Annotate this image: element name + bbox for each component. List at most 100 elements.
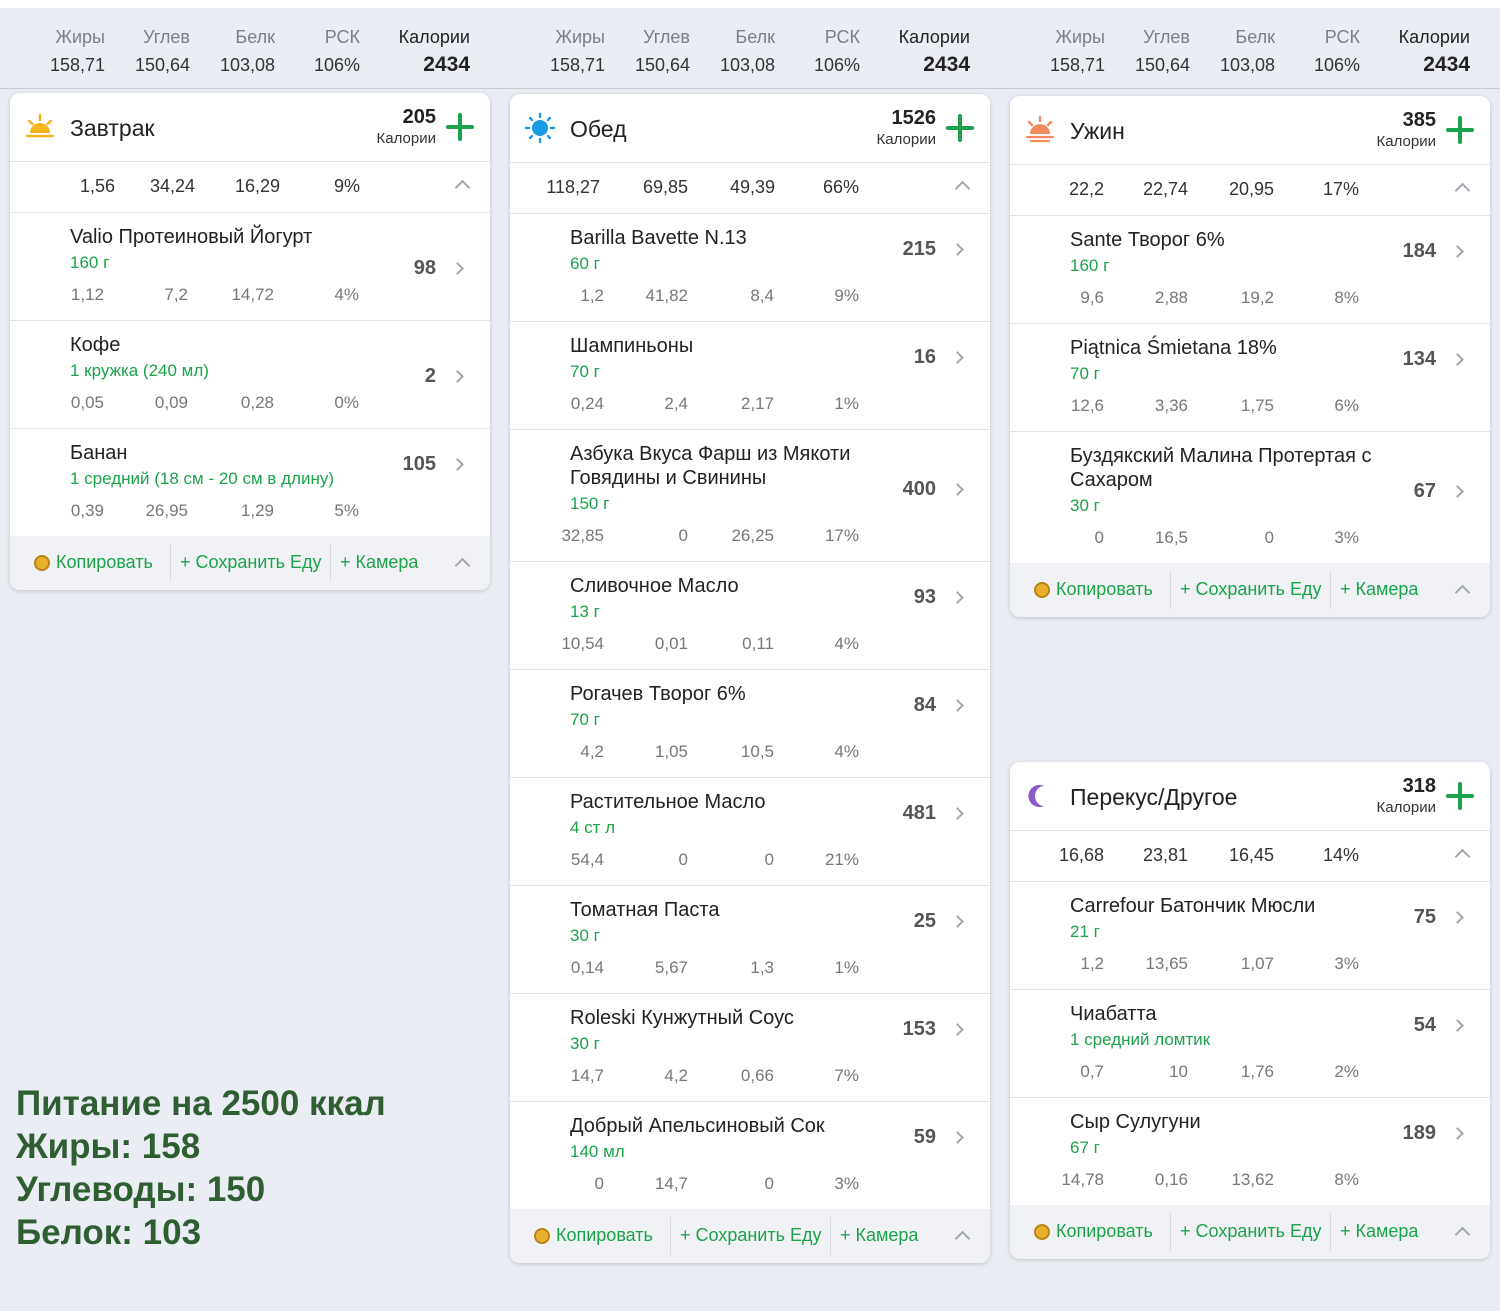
- summary-fat-label: Жиры: [1055, 27, 1105, 47]
- food-quantity: 30 г: [570, 1034, 600, 1053]
- chevron-right-icon: [1451, 1127, 1464, 1140]
- food-name: Сливочное Масло: [570, 575, 739, 597]
- food-item[interactable]: Буздякский Малина Протертая с Сахаром 30…: [1010, 432, 1490, 563]
- collapse-chevron-icon[interactable]: [454, 179, 471, 196]
- summary-carbs: Углев 150,64: [115, 26, 190, 76]
- food-quantity: 1 средний ломтик: [1070, 1030, 1211, 1049]
- totals-fat: 1,56: [79, 176, 115, 196]
- meal-footer: Копировать + Сохранить Еду + Камера: [10, 536, 490, 590]
- camera-button[interactable]: + Камера: [840, 1225, 918, 1246]
- save-food-button[interactable]: + Сохранить Еду: [1180, 579, 1321, 600]
- food-item[interactable]: Чиабатта 1 средний ломтик 0,7 10 1,76 2%…: [1010, 990, 1490, 1098]
- copy-button[interactable]: Копировать: [1034, 1221, 1153, 1242]
- summary-carbs-label: Углев: [1143, 27, 1190, 47]
- food-calories: 481: [902, 802, 936, 824]
- camera-button[interactable]: + Камера: [1340, 579, 1418, 600]
- food-name: Чиабатта: [1070, 1003, 1157, 1025]
- food-item[interactable]: Valio Протеиновый Йогурт 160 г 1,12 7,2 …: [10, 213, 490, 321]
- food-item[interactable]: Сливочное Масло 13 г 10,54 0,01 0,11 4% …: [510, 562, 990, 670]
- food-quantity: 140 мл: [570, 1142, 625, 1161]
- meal-totals-row: 118,27 69,85 49,39 66%: [510, 163, 990, 214]
- food-calories: 67: [1413, 480, 1436, 502]
- food-item[interactable]: Сыр Сулугуни 67 г 14,78 0,16 13,62 8% 18…: [1010, 1098, 1490, 1205]
- sun-icon: [524, 112, 556, 144]
- food-quantity: 21 г: [1070, 922, 1100, 941]
- totals-rdi: 66%: [822, 177, 859, 197]
- food-rdi: 8%: [1334, 1170, 1359, 1189]
- meal-calories-value: 318: [1402, 775, 1436, 797]
- food-fat: 0,24: [570, 394, 604, 413]
- food-item[interactable]: Добрый Апельсиновый Сок 140 мл 0 14,7 0 …: [510, 1102, 990, 1209]
- summary-rdi-value: 106%: [1313, 55, 1360, 75]
- food-name: Roleski Кунжутный Соус: [570, 1007, 794, 1029]
- meal-calories: 1526 Калории: [877, 106, 936, 150]
- add-food-button[interactable]: [446, 113, 474, 141]
- summary-carbs-label: Углев: [643, 27, 690, 47]
- food-fat: 1,2: [1080, 954, 1104, 973]
- collapse-chevron-icon[interactable]: [454, 557, 471, 574]
- coin-icon: [1034, 1224, 1050, 1240]
- meal-header[interactable]: Завтрак 205 Калории: [10, 93, 490, 162]
- food-item[interactable]: Шампиньоны 70 г 0,24 2,4 2,17 1% 16: [510, 322, 990, 430]
- food-item[interactable]: Carrefour Батончик Мюсли 21 г 1,2 13,65 …: [1010, 882, 1490, 990]
- meal-header[interactable]: Перекус/Другое 318 Калории: [1010, 762, 1490, 831]
- food-rdi: 8%: [1334, 288, 1359, 307]
- food-carbs: 14,7: [654, 1174, 688, 1193]
- summary-fat-value: 158,71: [549, 55, 605, 75]
- food-item[interactable]: Томатная Паста 30 г 0,14 5,67 1,3 1% 25: [510, 886, 990, 994]
- camera-button[interactable]: + Камера: [1340, 1221, 1418, 1242]
- food-quantity: 70 г: [1070, 364, 1100, 383]
- summary-calories-value: 2434: [923, 53, 970, 76]
- food-calories: 93: [913, 586, 936, 608]
- meal-header[interactable]: Ужин 385 Калории: [1010, 96, 1490, 165]
- food-item[interactable]: Растительное Масло 4 ст л 54,4 0 0 21% 4…: [510, 778, 990, 886]
- chevron-right-icon: [1451, 1019, 1464, 1032]
- food-item[interactable]: Barilla Bavette N.13 60 г 1,2 41,82 8,4 …: [510, 214, 990, 322]
- food-item[interactable]: Банан 1 средний (18 см - 20 см в длину) …: [10, 429, 490, 536]
- food-item[interactable]: Piątnica Śmietana 18% 70 г 12,6 3,36 1,7…: [1010, 324, 1490, 432]
- summary-calories-label: Калории: [398, 27, 470, 47]
- meal-title: Перекус/Другое: [1070, 784, 1238, 810]
- collapse-chevron-icon[interactable]: [954, 1230, 971, 1247]
- collapse-chevron-icon[interactable]: [1454, 848, 1471, 865]
- camera-button[interactable]: + Камера: [340, 552, 418, 573]
- save-food-button[interactable]: + Сохранить Еду: [1180, 1221, 1321, 1242]
- collapse-chevron-icon[interactable]: [1454, 584, 1471, 601]
- divider: [1170, 1213, 1171, 1251]
- food-item[interactable]: Рогачев Творог 6% 70 г 4,2 1,05 10,5 4% …: [510, 670, 990, 778]
- food-rdi: 2%: [1334, 1062, 1359, 1081]
- food-item[interactable]: Sante Творог 6% 160 г 9,6 2,88 19,2 8% 1…: [1010, 216, 1490, 324]
- moon-icon: [1028, 785, 1044, 807]
- totals-protein: 20,95: [1228, 179, 1274, 199]
- food-calories: 54: [1413, 1014, 1436, 1036]
- food-protein: 1,29: [240, 501, 274, 520]
- caption-protein: Белок: 103: [16, 1213, 202, 1252]
- collapse-chevron-icon[interactable]: [1454, 1226, 1471, 1243]
- meal-header[interactable]: Обед 1526 Калории: [510, 94, 990, 163]
- collapse-chevron-icon[interactable]: [954, 180, 971, 197]
- add-food-button[interactable]: [1446, 782, 1474, 810]
- food-name: Piątnica Śmietana 18%: [1070, 337, 1277, 359]
- food-item[interactable]: Roleski Кунжутный Соус 30 г 14,7 4,2 0,6…: [510, 994, 990, 1102]
- copy-button[interactable]: Копировать: [34, 552, 153, 573]
- food-rdi: 9%: [834, 286, 859, 305]
- save-food-button[interactable]: + Сохранить Еду: [680, 1225, 821, 1246]
- totals-fat: 118,27: [546, 177, 600, 197]
- food-item[interactable]: Азбука Вкуса Фарш из Мякоти Говядины и С…: [510, 430, 990, 562]
- copy-button[interactable]: Копировать: [1034, 579, 1153, 600]
- food-fat: 1,12: [70, 285, 104, 304]
- save-food-button[interactable]: + Сохранить Еду: [180, 552, 321, 573]
- summary-fat-label: Жиры: [555, 27, 605, 47]
- collapse-chevron-icon[interactable]: [1454, 182, 1471, 199]
- food-fat: 0: [594, 1174, 604, 1193]
- add-food-button[interactable]: [946, 114, 974, 142]
- add-food-button[interactable]: [1446, 116, 1474, 144]
- copy-label: Копировать: [1056, 1221, 1153, 1241]
- copy-button[interactable]: Копировать: [534, 1225, 653, 1246]
- totals-carbs: 69,85: [642, 177, 688, 197]
- food-protein: 10,5: [740, 742, 774, 761]
- totals-protein: 16,29: [234, 176, 280, 196]
- food-item[interactable]: Кофе 1 кружка (240 мл) 0,05 0,09 0,28 0%…: [10, 321, 490, 429]
- chevron-right-icon: [951, 1023, 964, 1036]
- food-fat: 54,4: [570, 850, 604, 869]
